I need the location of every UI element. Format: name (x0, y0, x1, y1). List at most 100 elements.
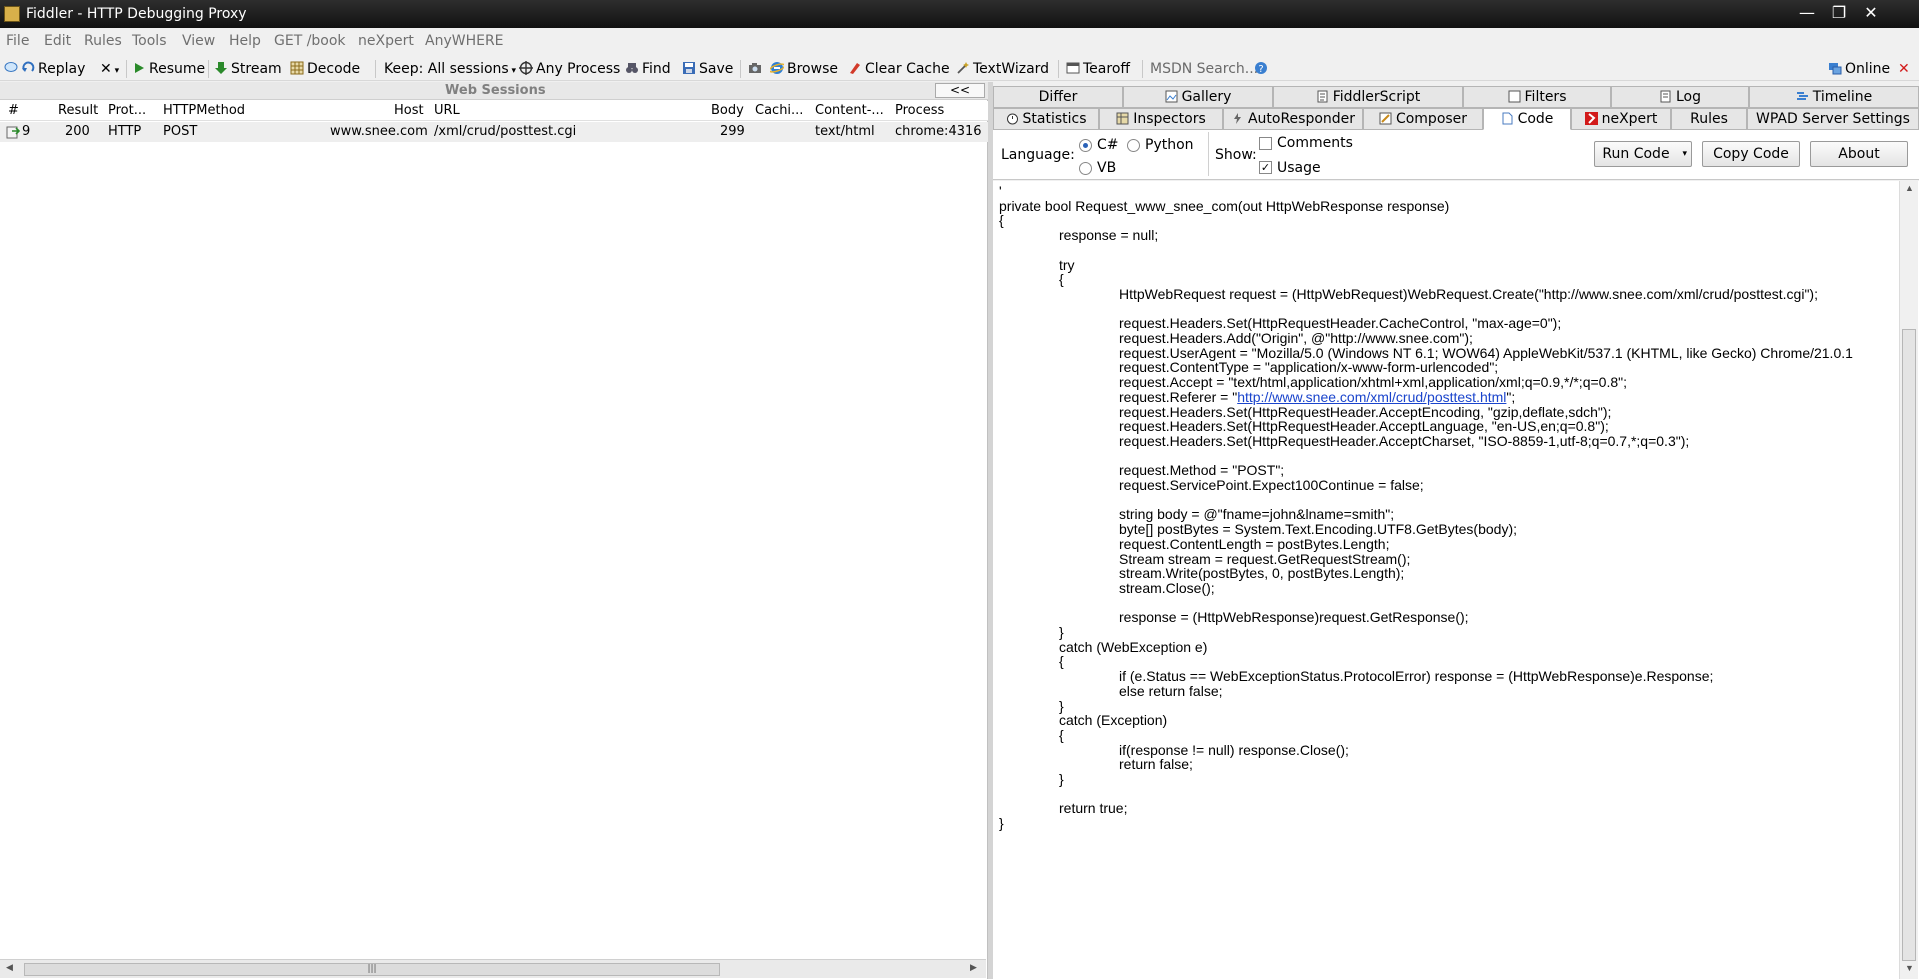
menu-help[interactable]: Help (229, 33, 261, 49)
close-window-button[interactable]: ✕ (1856, 2, 1886, 24)
inspector-pane: Differ Gallery FiddlerScript Filters Log… (993, 82, 1919, 979)
column-process[interactable]: Process (895, 103, 944, 118)
close-toolbar-button[interactable]: ✕ (1898, 59, 1910, 79)
web-sessions-pane: Web Sessions << # Result Prot... HTTPMet… (0, 82, 988, 979)
radio-csharp[interactable] (1079, 139, 1092, 152)
scrollbar-thumb[interactable] (1902, 329, 1916, 961)
scrollbar-thumb[interactable]: ||| (24, 963, 720, 976)
tab-code[interactable]: Code (1483, 108, 1571, 130)
vertical-scrollbar[interactable]: ▲ ▼ (1899, 181, 1918, 979)
comment-icon (4, 62, 18, 72)
tab-rules[interactable]: Rules (1671, 108, 1747, 130)
run-code-button[interactable]: Run Code ▾ (1594, 141, 1692, 167)
tab-autoresponder[interactable]: AutoResponder (1223, 108, 1363, 130)
scroll-right-arrow-icon[interactable]: ▶ (970, 963, 977, 973)
tab-timeline[interactable]: Timeline (1749, 86, 1919, 108)
tab-fiddlerscript[interactable]: FiddlerScript (1273, 86, 1463, 108)
about-button[interactable]: About (1810, 141, 1908, 167)
scroll-up-arrow-icon[interactable]: ▲ (1905, 183, 1914, 193)
menu-nexpert[interactable]: neXpert (358, 33, 414, 49)
session-body-size: 299 (720, 124, 745, 139)
tab-composer[interactable]: Composer (1363, 108, 1483, 130)
menu-view[interactable]: View (182, 33, 215, 49)
column-url[interactable]: URL (434, 103, 460, 118)
tab-differ[interactable]: Differ (993, 86, 1123, 108)
code-line: stream.Write(postBytes, 0, postBytes.Len… (1119, 565, 1405, 582)
radio-python[interactable] (1127, 139, 1140, 152)
tab-statistics[interactable]: Statistics (993, 108, 1099, 130)
menu-tools[interactable]: Tools (132, 33, 167, 49)
minimize-button[interactable]: — (1792, 2, 1822, 24)
copy-code-button[interactable]: Copy Code (1702, 141, 1800, 167)
column-protocol[interactable]: Prot... (108, 103, 146, 118)
column-host[interactable]: Host (394, 103, 424, 118)
tab-nexpert[interactable]: neXpert (1571, 108, 1671, 130)
radio-csharp-label: C# (1097, 137, 1119, 153)
resume-button[interactable]: Resume (132, 59, 205, 79)
usage-checkbox[interactable]: ✓ (1259, 161, 1272, 174)
save-button[interactable]: Save (682, 59, 733, 79)
menu-rules[interactable]: Rules (84, 33, 122, 49)
column-body[interactable]: Body (711, 103, 744, 118)
menu-anywhere[interactable]: AnyWHERE (425, 33, 504, 49)
column-method[interactable]: HTTPMethod (163, 103, 245, 118)
decode-grid-icon (290, 61, 304, 75)
comments-checkbox[interactable] (1259, 137, 1272, 150)
code-editor[interactable]: ' private bool Request_www_snee_com(out H… (993, 181, 1919, 979)
radio-vb[interactable] (1079, 162, 1092, 175)
web-sessions-title: Web Sessions (445, 83, 546, 98)
options-divider (1208, 132, 1209, 176)
clear-cache-button[interactable]: Clear Cache (848, 59, 950, 79)
restore-button[interactable]: ❐ (1824, 2, 1854, 24)
toolbar: Replay ✕ ▾ Resume Stream Decode Keep: Al… (0, 56, 1919, 81)
scroll-down-arrow-icon[interactable]: ▼ (1905, 963, 1914, 973)
code-line: request.UserAgent = "Mozilla/5.0 (Window… (1119, 344, 1853, 361)
decode-button[interactable]: Decode (290, 59, 360, 79)
remove-button[interactable]: ✕ ▾ (100, 59, 119, 79)
column-result[interactable]: Result (58, 103, 98, 118)
tab-log-label: Log (1675, 89, 1701, 105)
code-line: try (1059, 256, 1075, 273)
remove-icon: ✕ (100, 61, 112, 77)
replay-button[interactable]: Replay (4, 59, 85, 79)
table-row[interactable]: 9 200 HTTP POST www.snee.com /xml/crud/p… (0, 122, 988, 142)
tab-filters-label: Filters (1524, 89, 1567, 105)
textwizard-icon (957, 62, 969, 74)
referer-link[interactable]: http://www.snee.com/xml/crud/posttest.ht… (1237, 389, 1506, 405)
tearoff-icon (1066, 62, 1080, 74)
tab-filters[interactable]: Filters (1463, 86, 1611, 108)
tearoff-button[interactable]: Tearoff (1066, 59, 1130, 79)
textwizard-button[interactable]: TextWizard (956, 59, 1049, 79)
msdn-search-input[interactable]: MSDN Search... (1150, 59, 1258, 79)
code-line: catch (Exception) (1059, 712, 1168, 729)
radio-vb-label: VB (1097, 160, 1117, 176)
stream-button[interactable]: Stream (214, 59, 282, 79)
tab-gallery[interactable]: Gallery (1123, 86, 1273, 108)
keep-sessions-dropdown[interactable]: Keep: All sessions ▾ (384, 59, 516, 79)
tab-inspectors[interactable]: Inspectors (1099, 108, 1223, 130)
find-button[interactable]: Find (625, 59, 671, 79)
browse-button[interactable]: Browse (770, 59, 838, 79)
tab-gallery-label: Gallery (1181, 89, 1232, 105)
tab-log[interactable]: Log (1611, 86, 1749, 108)
screenshot-button[interactable] (748, 59, 765, 79)
menu-edit[interactable]: Edit (44, 33, 71, 49)
tab-wpad-server-settings[interactable]: WPAD Server Settings (1747, 108, 1919, 130)
column-caching[interactable]: Cachi... (755, 103, 803, 118)
collapse-button[interactable]: << (935, 83, 985, 98)
any-process-button[interactable]: Any Process (519, 59, 620, 79)
menu-get-book[interactable]: GET /book (274, 33, 346, 49)
code-line: } (1059, 624, 1064, 640)
scroll-left-arrow-icon[interactable]: ◀ (6, 963, 13, 973)
decode-label: Decode (307, 61, 361, 77)
pencil-icon (1379, 112, 1392, 125)
tab-rules-label: Rules (1690, 111, 1728, 127)
horizontal-scrollbar[interactable]: ◀ ||| ▶ (0, 959, 986, 978)
code-line: { (1059, 271, 1064, 288)
play-icon (135, 63, 144, 73)
menu-file[interactable]: File (6, 33, 29, 49)
help-button[interactable]: ? (1254, 59, 1271, 79)
column-content-type[interactable]: Content-... (815, 103, 884, 118)
online-status-button[interactable]: Online (1828, 59, 1890, 79)
column-number[interactable]: # (8, 103, 19, 118)
